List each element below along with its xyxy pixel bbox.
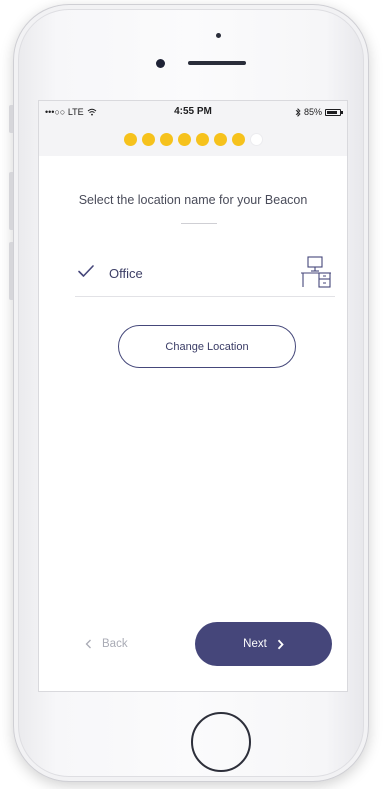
step-dot [123,133,137,146]
change-location-button[interactable]: Change Location [118,325,296,368]
bluetooth-icon [295,107,301,117]
battery-level [327,110,337,114]
desk-icon [301,256,331,288]
step-dot [141,133,155,146]
volume-down-button [9,242,13,300]
step-dot [159,133,173,146]
status-bar: •••○○ LTE 4:55 PM 85% [39,101,347,123]
battery-percentage: 85% [303,107,322,117]
device-stage: •••○○ LTE 4:55 PM 85% Select the locatio [0,0,386,789]
earpiece-speaker [188,61,246,65]
step-dot [213,133,227,146]
divider [181,223,217,224]
front-camera [156,59,165,68]
step-dot [177,133,191,146]
home-button[interactable] [191,712,251,772]
location-row[interactable]: Office [75,251,335,297]
volume-up-button [9,172,13,230]
next-button[interactable]: Next [195,622,332,666]
back-button[interactable]: Back [85,634,128,654]
instruction-text: Select the location name for your Beacon [78,193,308,207]
back-label: Back [102,638,128,650]
chevron-right-icon [277,639,284,649]
sensor-dot [216,33,221,38]
app-screen: •••○○ LTE 4:55 PM 85% Select the locatio [38,100,348,692]
step-dot [249,133,263,146]
next-label: Next [243,638,267,650]
chevron-left-icon [85,639,91,649]
mute-switch [9,105,13,133]
battery-icon [325,108,343,116]
step-progress [39,123,347,156]
checkmark-icon [78,265,94,277]
location-name: Office [109,266,143,281]
step-dot [195,133,209,146]
step-dot [231,133,245,146]
status-right: 85% [295,107,343,117]
